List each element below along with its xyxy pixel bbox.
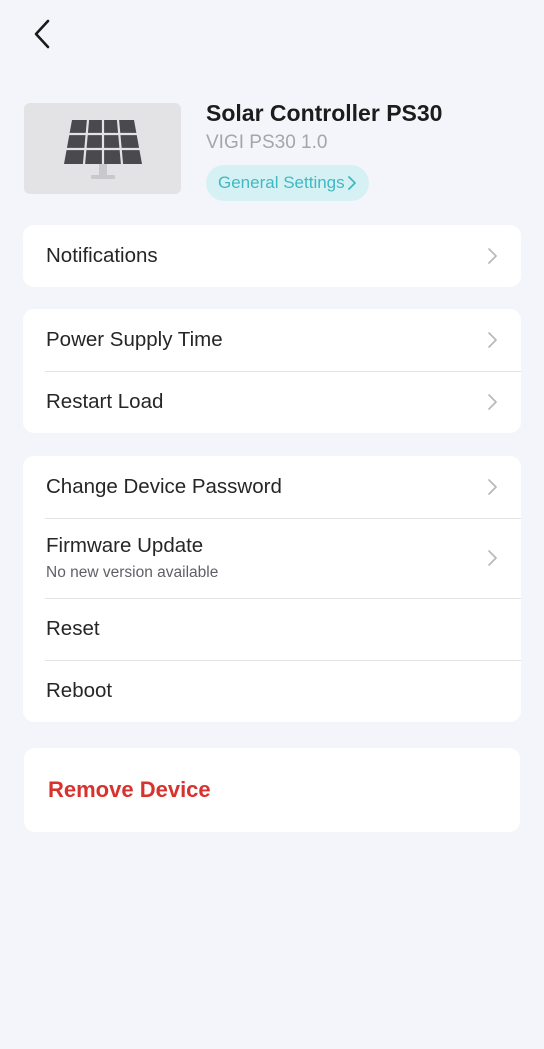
- remove-device-label: Remove Device: [48, 777, 211, 802]
- notifications-label: Notifications: [46, 244, 158, 267]
- change-password-label: Change Device Password: [46, 475, 282, 498]
- firmware-update-label: Firmware Update: [46, 534, 204, 557]
- system-card: Change Device Password Firmware Update N…: [23, 456, 521, 722]
- restart-load-row[interactable]: Restart Load: [23, 371, 521, 433]
- chevron-right-icon: [347, 176, 356, 190]
- power-supply-time-row[interactable]: Power Supply Time: [23, 309, 521, 371]
- firmware-update-row[interactable]: Firmware Update No new version available: [23, 518, 521, 598]
- device-header: Solar Controller PS30 VIGI PS30 1.0 Gene…: [24, 100, 524, 210]
- power-supply-time-label: Power Supply Time: [46, 328, 223, 351]
- chevron-right-icon: [488, 550, 497, 566]
- general-settings-label: General Settings: [218, 173, 345, 192]
- chevron-right-icon: [488, 332, 497, 348]
- device-image: [24, 103, 181, 194]
- power-card: Power Supply Time Restart Load: [23, 309, 521, 433]
- general-settings-button[interactable]: General Settings: [206, 165, 369, 201]
- change-password-row[interactable]: Change Device Password: [23, 456, 521, 518]
- device-model: VIGI PS30 1.0: [206, 132, 328, 153]
- remove-device-button[interactable]: Remove Device: [24, 748, 520, 832]
- reboot-label: Reboot: [46, 679, 113, 702]
- reset-label: Reset: [46, 617, 100, 640]
- device-name: Solar Controller PS30: [206, 100, 443, 126]
- reboot-row[interactable]: Reboot: [23, 660, 521, 722]
- reset-row[interactable]: Reset: [23, 598, 521, 660]
- notifications-row[interactable]: Notifications: [23, 225, 521, 287]
- chevron-right-icon: [488, 248, 497, 264]
- chevron-right-icon: [488, 479, 497, 495]
- restart-load-label: Restart Load: [46, 390, 164, 413]
- back-button[interactable]: [22, 14, 62, 54]
- chevron-left-icon: [34, 19, 50, 49]
- firmware-status-text: No new version available: [46, 564, 219, 581]
- solar-panel-icon: [63, 119, 142, 179]
- notifications-card: Notifications: [23, 225, 521, 287]
- chevron-right-icon: [488, 394, 497, 410]
